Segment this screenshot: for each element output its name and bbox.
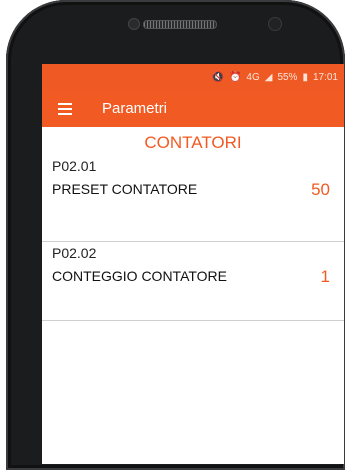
status-time: 17:01	[312, 71, 338, 83]
parameter-code: P02.02	[52, 245, 97, 261]
parameter-value: 1	[320, 267, 330, 286]
earpiece-speaker	[143, 20, 217, 29]
hamburger-menu-icon[interactable]	[58, 102, 72, 115]
parameter-code: P02.01	[52, 158, 97, 174]
alarm-icon: ⏰	[228, 71, 242, 83]
section-title: CONTATORI	[144, 133, 242, 152]
battery-level: 55%	[277, 71, 298, 83]
parameter-value: 50	[311, 180, 330, 199]
screen: 🔇 ⏰ 4G ◢ 55% ▮ 17:01 Parametri CONTATORI…	[42, 64, 344, 464]
battery-icon: ▮	[302, 71, 308, 83]
status-bar: 🔇 ⏰ 4G ◢ 55% ▮ 17:01	[42, 64, 344, 90]
signal-icon: ◢	[264, 71, 273, 83]
app-bar-title: Parametri	[102, 100, 168, 117]
parameter-row[interactable]: P02.01 PRESET CONTATORE 50	[42, 155, 344, 242]
front-camera-icon	[268, 17, 282, 31]
sensor-icon	[128, 18, 140, 30]
parameter-name: PRESET CONTATORE	[52, 181, 198, 197]
parameter-name: CONTEGGIO CONTATORE	[52, 268, 228, 284]
phone-frame: 🔇 ⏰ 4G ◢ 55% ▮ 17:01 Parametri CONTATORI…	[6, 0, 345, 470]
network-type: 4G	[246, 71, 260, 83]
parameter-row[interactable]: P02.02 CONTEGGIO CONTATORE 1	[42, 242, 344, 321]
app-bar: Parametri	[42, 90, 344, 127]
mute-icon: 🔇	[211, 71, 224, 83]
